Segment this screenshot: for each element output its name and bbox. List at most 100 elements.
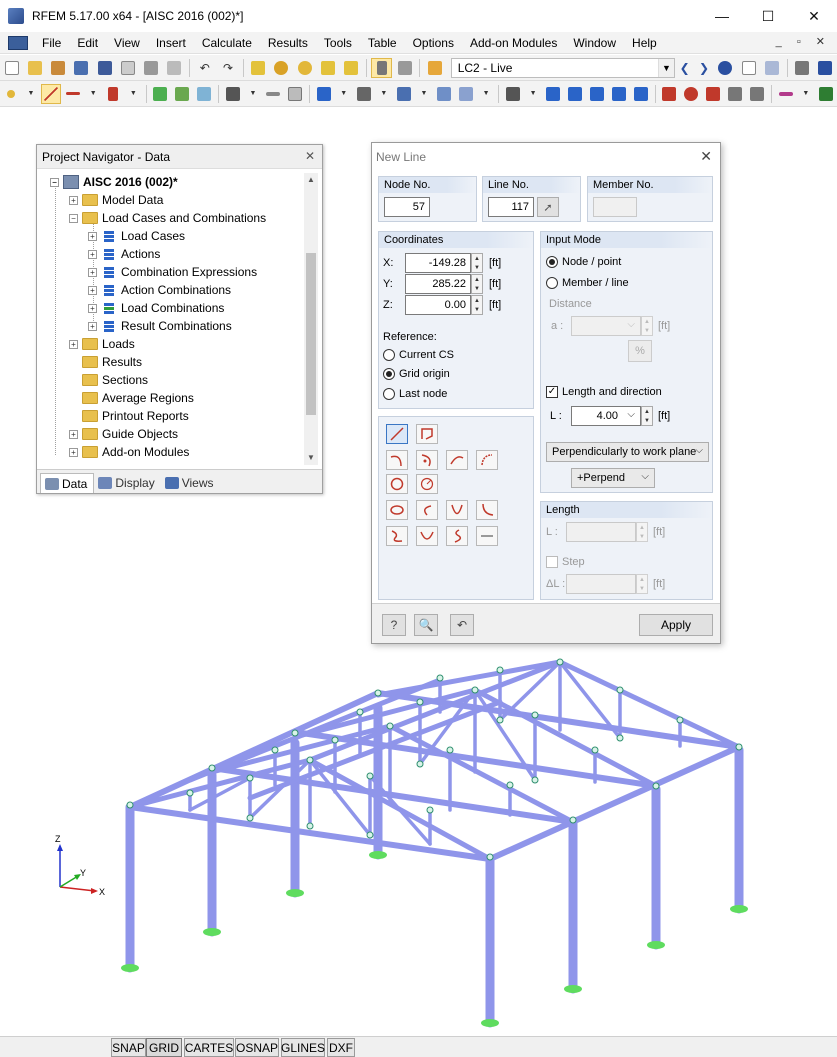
line-no-input[interactable]: 117 <box>488 197 534 217</box>
navigator-toggle-icon[interactable] <box>370 57 393 78</box>
dropdown-arrow-icon[interactable]: ▼ <box>85 84 101 104</box>
total-length-input[interactable] <box>566 522 636 542</box>
search-icon[interactable] <box>271 58 292 78</box>
dxf-toggle[interactable]: DXF <box>327 1038 355 1057</box>
distance-a-select[interactable]: ⌵ <box>571 316 641 336</box>
dropdown-arrow-icon[interactable]: ▼ <box>23 84 39 104</box>
dropdown-arrow-icon[interactable]: ▼ <box>125 84 141 104</box>
expand-icon[interactable]: + <box>69 195 78 205</box>
arc-points-tool[interactable] <box>476 450 498 470</box>
reference-last-node-radio[interactable]: Last node <box>383 388 447 400</box>
divide-icon[interactable] <box>503 84 523 104</box>
expand-icon[interactable]: + <box>69 447 78 457</box>
y-coordinate-input[interactable]: 285.22 <box>405 274 471 294</box>
expand-icon[interactable]: + <box>88 267 97 277</box>
node-icon[interactable] <box>1 84 21 104</box>
grid-icon[interactable] <box>587 84 607 104</box>
straight-line-tool[interactable] <box>386 424 408 444</box>
close-button[interactable]: ✕ <box>791 0 837 32</box>
close-icon[interactable]: ✕ <box>700 148 712 165</box>
scroll-down-icon[interactable]: ▼ <box>304 451 318 465</box>
save-icon[interactable] <box>94 58 115 78</box>
dropdown-arrow-icon[interactable]: ▼ <box>245 84 261 104</box>
line-tools-icon[interactable] <box>63 84 83 104</box>
grid-toggle[interactable]: GRID <box>146 1038 182 1057</box>
frame-generator-icon[interactable] <box>565 84 585 104</box>
tree-item-average-regions[interactable]: Average Regions <box>82 389 194 407</box>
minimize-button[interactable]: — <box>699 0 745 32</box>
stair-icon[interactable] <box>609 84 629 104</box>
scroll-up-icon[interactable]: ▲ <box>304 173 318 187</box>
expand-icon[interactable]: + <box>88 303 97 313</box>
table-toggle-icon[interactable] <box>394 58 415 78</box>
tree-item-load-cases-and-combinations[interactable]: − Load Cases and Combinations <box>69 209 266 227</box>
menu-window[interactable]: Window <box>565 36 624 50</box>
x-spin-button[interactable]: ▲ ▼ <box>471 253 483 273</box>
collapse-icon[interactable]: − <box>69 213 78 223</box>
block-icon[interactable] <box>71 58 92 78</box>
reference-grid-origin-radio[interactable]: Grid origin <box>383 368 450 380</box>
new-file-icon[interactable] <box>1 58 22 78</box>
x-coordinate-input[interactable]: -149.28 <box>405 253 471 273</box>
redo-icon[interactable]: ↷ <box>217 58 238 78</box>
load-icon[interactable] <box>223 84 243 104</box>
tree-item-model-data[interactable]: + Model Data <box>69 191 163 209</box>
mdi-controls[interactable]: _ ▫ ✕ <box>776 35 831 48</box>
load-case-icon[interactable] <box>424 58 445 78</box>
menu-results[interactable]: Results <box>260 36 316 50</box>
view-cube-icon[interactable] <box>725 84 745 104</box>
percent-button[interactable]: % <box>628 340 652 362</box>
menu-edit[interactable]: Edit <box>69 36 106 50</box>
shell-icon[interactable] <box>631 84 651 104</box>
iso-view-icon[interactable] <box>747 84 767 104</box>
polyline-tool[interactable] <box>416 424 438 444</box>
step-length-spin-button[interactable]: ▲ ▼ <box>636 574 648 594</box>
tree-item-result-combinations[interactable]: + Result Combinations <box>88 317 232 335</box>
z-spin-button[interactable]: ▲ ▼ <box>471 295 483 315</box>
undo-icon[interactable]: ↶ <box>450 614 474 636</box>
nurbs-tool[interactable] <box>386 526 408 546</box>
node-no-input[interactable]: 57 <box>384 197 430 217</box>
member-icon[interactable] <box>103 84 123 104</box>
rotate-icon[interactable] <box>434 84 454 104</box>
tree-root[interactable]: − AISC 2016 (002)* <box>50 173 178 191</box>
circle-center-tool[interactable] <box>416 474 438 494</box>
zoom-icon[interactable] <box>681 84 701 104</box>
circle-tool[interactable] <box>386 474 408 494</box>
parabola-tool[interactable] <box>446 500 468 520</box>
menu-options[interactable]: Options <box>405 36 462 50</box>
direction-select[interactable]: Perpendicularly to work plane ⌵ <box>546 442 709 462</box>
dropdown-arrow-icon[interactable]: ▼ <box>376 84 392 104</box>
menu-insert[interactable]: Insert <box>148 36 194 50</box>
menu-calculate[interactable]: Calculate <box>194 36 260 50</box>
expand-icon[interactable]: + <box>88 231 97 241</box>
deformation-icon[interactable] <box>761 58 782 78</box>
maximize-button[interactable]: ☐ <box>745 0 791 32</box>
step-checkbox[interactable]: Step <box>546 556 585 568</box>
menu-tools[interactable]: Tools <box>316 36 360 50</box>
chevron-down-icon[interactable]: ▼ <box>658 58 674 77</box>
dropdown-arrow-icon[interactable]: ▼ <box>798 84 814 104</box>
copy-icon[interactable] <box>456 84 476 104</box>
reference-current-cs-radio[interactable]: Current CS <box>383 349 454 361</box>
check-icon[interactable] <box>660 84 680 104</box>
length-spin-button[interactable]: ▲ ▼ <box>641 406 653 426</box>
spline-tool[interactable] <box>476 500 498 520</box>
model-check-icon[interactable] <box>703 84 723 104</box>
tree-item-add-on-modules[interactable]: + Add-on Modules <box>69 443 189 461</box>
tree-item-printout-reports[interactable]: Printout Reports <box>82 407 189 425</box>
glines-toggle[interactable]: GLINES <box>281 1038 325 1057</box>
expand-icon[interactable]: + <box>88 249 97 259</box>
length-select[interactable]: 4.00 ⌵ <box>571 406 641 426</box>
menu-file[interactable]: File <box>34 36 69 50</box>
next-load-case-icon[interactable]: ❯ <box>695 58 712 78</box>
dropdown-arrow-icon[interactable]: ▼ <box>525 84 541 104</box>
print-preview-icon[interactable] <box>164 58 185 78</box>
distance-a-spin-button[interactable]: ▲ ▼ <box>641 316 653 336</box>
menu-help[interactable]: Help <box>624 36 665 50</box>
scroll-thumb[interactable] <box>306 253 316 415</box>
tab-views[interactable]: Views <box>161 473 220 493</box>
tree-item-action-combinations[interactable]: + Action Combinations <box>88 281 231 299</box>
load-arrow-icon[interactable] <box>317 58 338 78</box>
perpend-select[interactable]: +Perpend ⌵ <box>571 468 655 488</box>
